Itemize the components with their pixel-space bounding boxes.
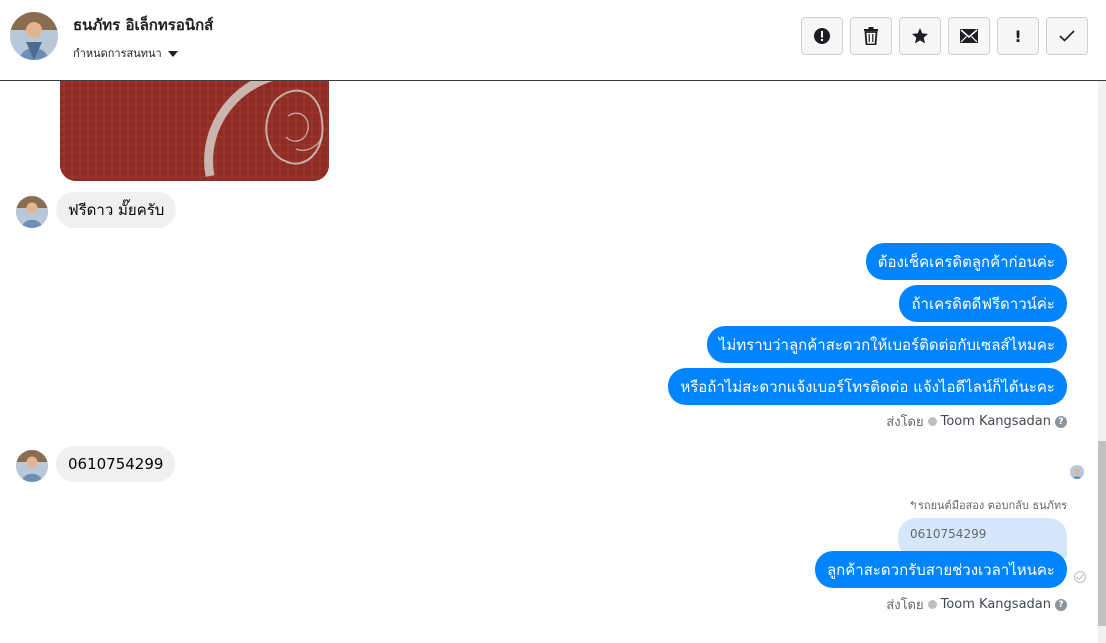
sent-by-label: ส่งโดย bbox=[886, 415, 924, 430]
outgoing-message[interactable]: ต้องเช็คเครดิตลูกค้าก่อนค่ะ bbox=[865, 243, 1067, 280]
seen-by-avatar bbox=[1070, 465, 1084, 479]
conversation-header: ธนภัทร อิเล็กทรอนิกส์ กำหนดการสนทนา ! bbox=[0, 0, 1106, 81]
agent-status-icon bbox=[927, 600, 937, 609]
contact-name: ธนภัทร อิเล็กทรอนิกส์ bbox=[73, 16, 214, 34]
outgoing-message[interactable]: ไม่ทราบว่าลูกค้าสะดวกให้เบอร์ติดต่อกับเซ… bbox=[706, 326, 1067, 363]
reply-arrow-icon: ↰ bbox=[908, 499, 919, 512]
agent-status-icon bbox=[927, 417, 937, 426]
trash-icon bbox=[864, 27, 878, 45]
delivered-check-icon bbox=[1074, 571, 1086, 583]
sent-by-label: ส่งโดย bbox=[886, 598, 924, 613]
star-button[interactable] bbox=[899, 17, 941, 55]
mark-spam-button[interactable] bbox=[801, 17, 843, 55]
thread-scrollbar-thumb[interactable] bbox=[1098, 441, 1106, 626]
contact-avatar[interactable] bbox=[10, 12, 58, 60]
outgoing-message[interactable]: หรือถ้าไม่สะดวกแจ้งเบอร์โทรติดต่อ แจ้งไอ… bbox=[668, 368, 1067, 405]
exclamation-icon: ! bbox=[1014, 26, 1022, 46]
mark-unread-button[interactable] bbox=[948, 17, 990, 55]
star-icon bbox=[912, 28, 928, 44]
incoming-message[interactable]: ฟรีดาว มั๊ยครับ bbox=[56, 192, 177, 228]
outgoing-message[interactable]: ถ้าเครดิตดีฟรีดาวน์ค่ะ bbox=[899, 285, 1067, 322]
outgoing-message[interactable]: ลูกค้าสะดวกรับสายช่วงเวลาไหนคะ bbox=[814, 551, 1067, 588]
attached-photo[interactable] bbox=[60, 81, 329, 181]
caret-down-icon bbox=[167, 50, 178, 57]
sent-by-info: ส่งโดย Toom Kangsadan ? bbox=[886, 411, 1067, 432]
conversation-assign-label: กำหนดการสนทนา bbox=[73, 47, 162, 60]
help-icon[interactable]: ? bbox=[1055, 415, 1067, 428]
contact-avatar-small[interactable] bbox=[16, 450, 48, 482]
mail-icon bbox=[960, 29, 978, 43]
mark-done-button[interactable] bbox=[1046, 17, 1088, 55]
reply-context-note: ↰รถยนต์มือสอง ตอบกลับ ธนภัทร bbox=[908, 499, 1067, 512]
help-icon[interactable]: ? bbox=[1055, 598, 1067, 611]
sent-by-agent-name[interactable]: Toom Kangsadan bbox=[941, 597, 1051, 612]
message-thread[interactable]: ฟรีดาว มั๊ยครับ ต้องเช็คเครดิตลูกค้าก่อน… bbox=[0, 81, 1106, 643]
alert-circle-icon bbox=[814, 28, 830, 44]
header-action-toolbar: ! bbox=[801, 17, 1088, 55]
mark-important-button[interactable]: ! bbox=[997, 17, 1039, 55]
incoming-message[interactable]: 0610754299 bbox=[56, 446, 176, 482]
check-icon bbox=[1059, 30, 1075, 42]
sent-by-agent-name[interactable]: Toom Kangsadan bbox=[941, 414, 1051, 429]
delete-button[interactable] bbox=[850, 17, 892, 55]
conversation-assign-dropdown[interactable]: กำหนดการสนทนา bbox=[73, 44, 178, 62]
contact-avatar-small[interactable] bbox=[16, 196, 48, 228]
sent-by-info: ส่งโดย Toom Kangsadan ? bbox=[886, 594, 1067, 615]
